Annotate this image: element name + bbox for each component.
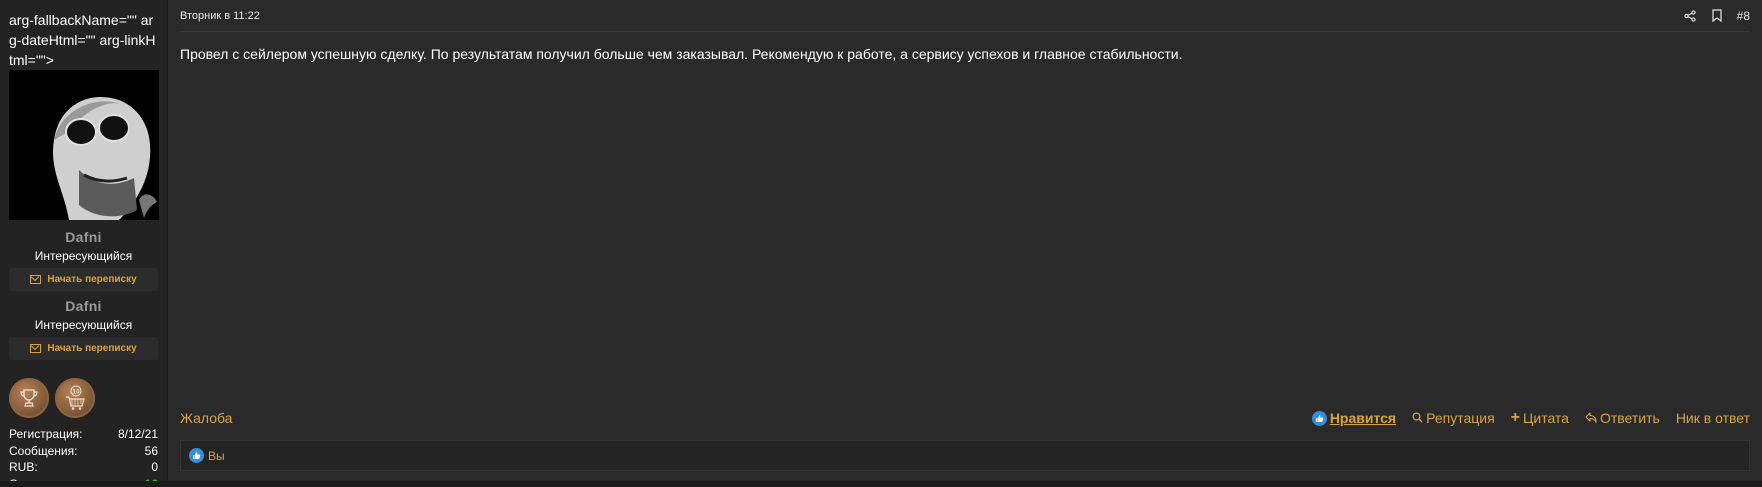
- trophy-icon[interactable]: [9, 378, 49, 418]
- start-conversation-button[interactable]: Начать переписку: [9, 268, 158, 291]
- share-icon[interactable]: [1683, 8, 1698, 23]
- stat-row-rub: RUB: 0: [9, 459, 158, 476]
- reply-label: Ответить: [1599, 410, 1660, 426]
- envelope-icon: [30, 275, 42, 284]
- post-actions: Жалоба Нравится Репутация + Цитата Ответ…: [180, 404, 1750, 432]
- reputation-label: Репутация: [1426, 410, 1495, 426]
- nick-reply-button[interactable]: Ник в ответ: [1676, 410, 1750, 426]
- post-main: Вторник в 11:22 #8 Провел с сейлером усп…: [168, 0, 1762, 487]
- stat-label: Сообщения:: [9, 443, 78, 458]
- avatar[interactable]: [9, 70, 159, 220]
- start-conversation-label: Начать переписку: [47, 274, 137, 285]
- like-button[interactable]: Нравится: [1311, 410, 1397, 426]
- reactions-bar[interactable]: Вы: [180, 440, 1750, 471]
- post-actions-right: Нравится Репутация + Цитата Ответить Ник…: [1311, 409, 1750, 427]
- plus-icon: +: [1510, 409, 1521, 426]
- stat-value: 8/12/21: [117, 427, 158, 441]
- bottom-divider: [0, 481, 1762, 487]
- quote-button[interactable]: + Цитата: [1510, 409, 1569, 427]
- post-date[interactable]: Вторник в 11:22: [180, 10, 260, 22]
- stat-label: Регистрация:: [9, 427, 83, 441]
- post-header-tools: #8: [1683, 8, 1750, 23]
- avatar-image: [9, 70, 159, 220]
- user-sidebar: arg-fallbackName="" arg-dateHtml="" arg-…: [0, 0, 168, 487]
- stat-row-messages: Сообщения: 56: [9, 443, 158, 460]
- username[interactable]: Dafni: [9, 228, 158, 246]
- thumbs-up-icon: [189, 448, 204, 463]
- user-info-2: Dafni Интересующийся Начать переписку: [9, 297, 158, 360]
- report-link[interactable]: Жалоба: [180, 410, 232, 426]
- post-number[interactable]: #8: [1737, 9, 1750, 23]
- user-info-1: Dafni Интересующийся Начать переписку: [9, 228, 158, 291]
- badge-count: 10: [72, 389, 80, 396]
- start-conversation-label: Начать переписку: [47, 343, 137, 354]
- post-body: Провел с сейлером успешную сделку. По ре…: [180, 46, 1183, 62]
- stat-row-registration: Регистрация: 8/12/21: [9, 426, 158, 443]
- user-title: Интересующийся: [34, 318, 133, 332]
- cart-10-icon[interactable]: 10: [55, 378, 95, 418]
- reply-button[interactable]: Ответить: [1585, 410, 1660, 426]
- raw-template-text: arg-fallbackName="" arg-dateHtml="" arg-…: [9, 12, 156, 68]
- start-conversation-button[interactable]: Начать переписку: [9, 337, 158, 360]
- reputation-button[interactable]: Репутация: [1412, 410, 1495, 426]
- search-icon: [1412, 410, 1423, 426]
- bookmark-icon[interactable]: [1710, 8, 1725, 23]
- post-header: Вторник в 11:22 #8: [180, 0, 1750, 32]
- like-label: Нравится: [1329, 410, 1397, 426]
- envelope-icon: [30, 344, 42, 353]
- stat-label: RUB:: [9, 460, 38, 474]
- reply-icon: [1585, 410, 1597, 426]
- quote-label: Цитата: [1523, 410, 1569, 426]
- badges: 10: [9, 378, 158, 418]
- stat-value: 0: [151, 460, 158, 474]
- stat-value: 56: [144, 443, 158, 458]
- post-container: arg-fallbackName="" arg-dateHtml="" arg-…: [0, 0, 1762, 487]
- thumbs-up-icon: [1311, 410, 1327, 426]
- user-title: Интересующийся: [34, 249, 133, 263]
- username[interactable]: Dafni: [9, 297, 158, 315]
- user-stats: Регистрация: 8/12/21 Сообщения: 56 RUB: …: [9, 426, 158, 487]
- reactions-text[interactable]: Вы: [208, 449, 225, 463]
